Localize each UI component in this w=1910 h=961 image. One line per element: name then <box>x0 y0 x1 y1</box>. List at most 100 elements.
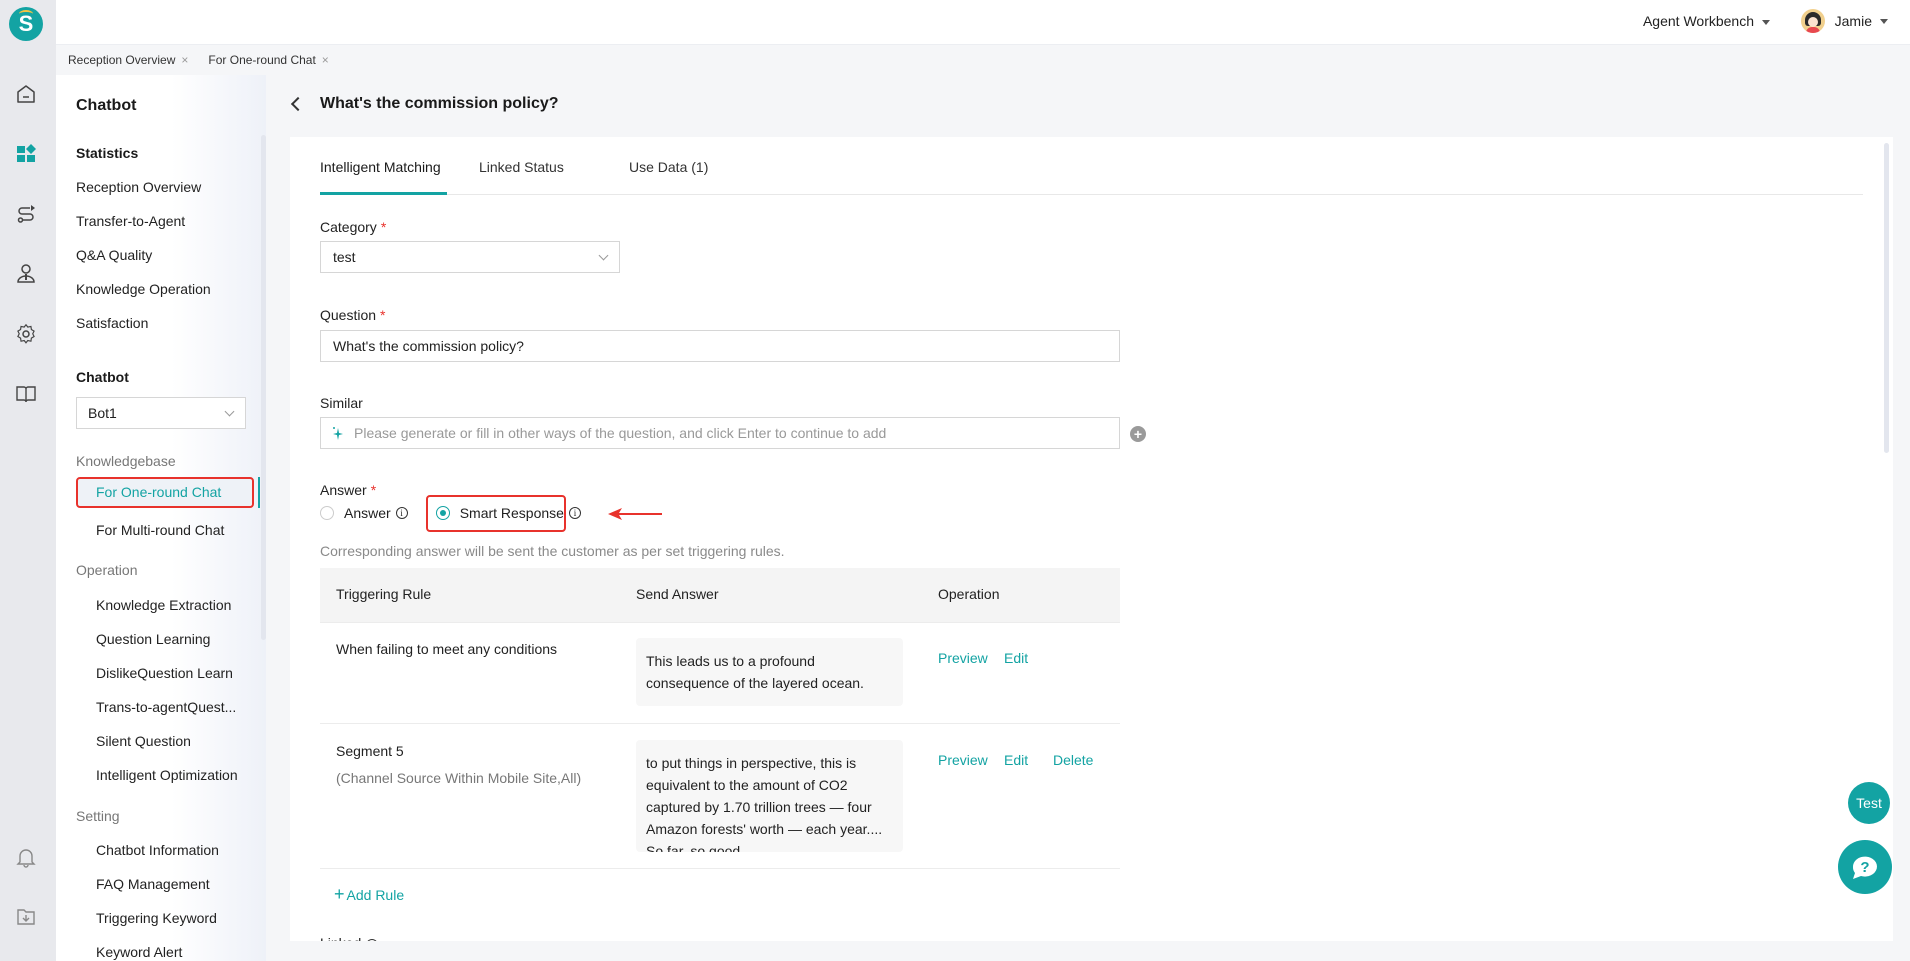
avatar <box>1800 9 1825 33</box>
similar-input[interactable]: Please generate or fill in other ways of… <box>320 417 1120 449</box>
similar-label: Similar <box>320 395 363 411</box>
question-label: Question * <box>320 307 386 323</box>
sidebar-title: Chatbot <box>76 97 137 114</box>
sidebar-item-for-multi-round-chat[interactable]: For Multi-round Chat <box>96 522 224 538</box>
category-label: Category * <box>320 219 387 235</box>
workbench-label: Agent Workbench <box>1642 13 1754 29</box>
page-tab-for-one-round-chat[interactable]: For One-round Chat × <box>208 53 328 67</box>
route-icon[interactable] <box>14 202 38 226</box>
detail-tabs: Intelligent Matching Linked Status Use D… <box>320 137 1863 195</box>
active-tab-indicator <box>320 192 447 195</box>
similar-placeholder: Please generate or fill in other ways of… <box>354 425 887 441</box>
question-value: What's the commission policy? <box>333 338 524 354</box>
bot-select[interactable]: Bot1 <box>76 397 246 429</box>
workbench-dropdown[interactable]: Agent Workbench <box>1643 13 1770 29</box>
chatbot-sidebar: Chatbot Statistics Reception Overview Tr… <box>56 75 266 961</box>
sidebar-item-triggering-keyword[interactable]: Triggering Keyword <box>96 910 217 926</box>
ai-sparkle-icon[interactable] <box>331 425 345 441</box>
add-rule-button[interactable]: + Add Rule <box>334 884 404 905</box>
sidebar-heading-setting: Setting <box>76 808 120 824</box>
sidebar-item-chatbot-information[interactable]: Chatbot Information <box>96 842 219 858</box>
table-header: Triggering Rule Send Answer Operation <box>320 568 1120 623</box>
edit-link[interactable]: Edit <box>1004 650 1028 666</box>
answer-preview: to put things in perspective, this is eq… <box>636 740 903 852</box>
table-row: When failing to meet any conditions This… <box>320 623 1120 724</box>
test-chatbot-button[interactable]: Test <box>1848 782 1890 824</box>
help-chat-button[interactable]: ? <box>1838 840 1892 894</box>
user-menu[interactable]: Jamie <box>1800 9 1888 33</box>
annotation-arrow-icon <box>608 508 662 520</box>
sidebar-item-reception-overview[interactable]: Reception Overview <box>76 179 201 195</box>
radio-circle[interactable] <box>320 506 334 520</box>
dashboard-icon[interactable] <box>14 142 38 166</box>
sidebar-item-trans-to-agent-question[interactable]: Trans-to-agentQuest... <box>96 699 236 715</box>
info-icon[interactable]: i <box>366 939 379 941</box>
info-icon[interactable]: i <box>568 507 581 519</box>
sidebar-item-label: For One-round Chat <box>96 484 222 500</box>
sidebar-heading-knowledgebase: Knowledgebase <box>76 453 176 469</box>
back-chevron-icon[interactable] <box>290 96 306 112</box>
add-similar-icon[interactable]: + <box>1130 426 1146 442</box>
column-header-send-answer: Send Answer <box>636 586 719 602</box>
close-icon[interactable]: × <box>322 53 329 67</box>
content-scrollbar[interactable] <box>1884 143 1889 453</box>
content-card: Intelligent Matching Linked Status Use D… <box>290 137 1893 941</box>
page-tab-label: Reception Overview <box>68 53 176 67</box>
sidebar-item-intelligent-optimization[interactable]: Intelligent Optimization <box>96 767 238 783</box>
active-indicator <box>258 477 260 508</box>
logo-letter: S <box>18 11 34 36</box>
rule-text: When failing to meet any conditions <box>336 641 558 657</box>
sidebar-item-faq-management[interactable]: FAQ Management <box>96 876 210 892</box>
caret-down-icon <box>1880 18 1888 24</box>
sidebar-item-knowledge-extraction[interactable]: Knowledge Extraction <box>96 597 231 613</box>
tab-intelligent-matching[interactable]: Intelligent Matching <box>320 159 441 175</box>
plus-icon: + <box>334 884 345 904</box>
column-header-triggering-rule: Triggering Rule <box>336 586 432 602</box>
sidebar-scrollbar[interactable] <box>261 135 266 640</box>
info-icon[interactable]: i <box>395 507 408 519</box>
svg-text:?: ? <box>1860 859 1869 876</box>
download-folder-icon[interactable] <box>14 905 38 929</box>
tab-use-data[interactable]: Use Data (1) <box>629 159 708 175</box>
category-select[interactable]: test <box>320 241 620 273</box>
app-logo[interactable]: S <box>9 7 43 41</box>
sidebar-heading-statistics: Statistics <box>76 145 139 161</box>
sidebar-item-keyword-alert[interactable]: Keyword Alert <box>96 944 182 960</box>
page-tab-reception-overview[interactable]: Reception Overview × <box>68 53 188 67</box>
preview-link[interactable]: Preview <box>938 650 988 666</box>
rule-condition: (Channel Source Within Mobile Site,All) <box>336 770 582 786</box>
question-input[interactable]: What's the commission policy? <box>320 330 1120 362</box>
answer-radio[interactable]: Answer i <box>320 505 408 521</box>
caret-down-icon <box>1762 19 1770 25</box>
highlight-box <box>426 495 566 532</box>
close-icon[interactable]: × <box>181 53 188 67</box>
bot-select-value: Bot1 <box>88 405 117 421</box>
tab-linked-status[interactable]: Linked Status <box>479 159 564 175</box>
rule-text: Segment 5 <box>336 743 404 759</box>
help-chat-icon: ? <box>1852 856 1877 879</box>
answer-radio-label: Answer <box>344 505 391 521</box>
sidebar-item-satisfaction[interactable]: Satisfaction <box>76 315 148 331</box>
page-tab-label: For One-round Chat <box>208 53 316 67</box>
sidebar-item-question-learning[interactable]: Question Learning <box>96 631 210 647</box>
sidebar-item-transfer-to-agent[interactable]: Transfer-to-Agent <box>76 213 185 229</box>
agent-icon[interactable] <box>14 262 38 286</box>
sidebar-item-qa-quality[interactable]: Q&A Quality <box>76 247 152 263</box>
settings-icon[interactable] <box>14 322 38 346</box>
answer-label: Answer * <box>320 482 377 498</box>
answer-preview: This leads us to a profound consequence … <box>636 638 903 706</box>
sidebar-item-silent-question[interactable]: Silent Question <box>96 733 191 749</box>
sidebar-item-dislike-question-learn[interactable]: DislikeQuestion Learn <box>96 665 233 681</box>
book-icon[interactable] <box>14 382 38 406</box>
edit-link[interactable]: Edit <box>1004 752 1028 768</box>
delete-link[interactable]: Delete <box>1053 752 1093 768</box>
home-icon[interactable] <box>14 82 38 106</box>
bell-icon[interactable] <box>14 845 38 869</box>
preview-link[interactable]: Preview <box>938 752 988 768</box>
sidebar-item-knowledge-operation[interactable]: Knowledge Operation <box>76 281 211 297</box>
category-value: test <box>333 249 356 265</box>
sidebar-heading-operation: Operation <box>76 562 138 578</box>
test-label: Test <box>1856 795 1882 811</box>
sidebar-item-for-one-round-chat[interactable]: For One-round Chat <box>76 477 254 508</box>
linked-label: Linkedi <box>320 935 379 941</box>
